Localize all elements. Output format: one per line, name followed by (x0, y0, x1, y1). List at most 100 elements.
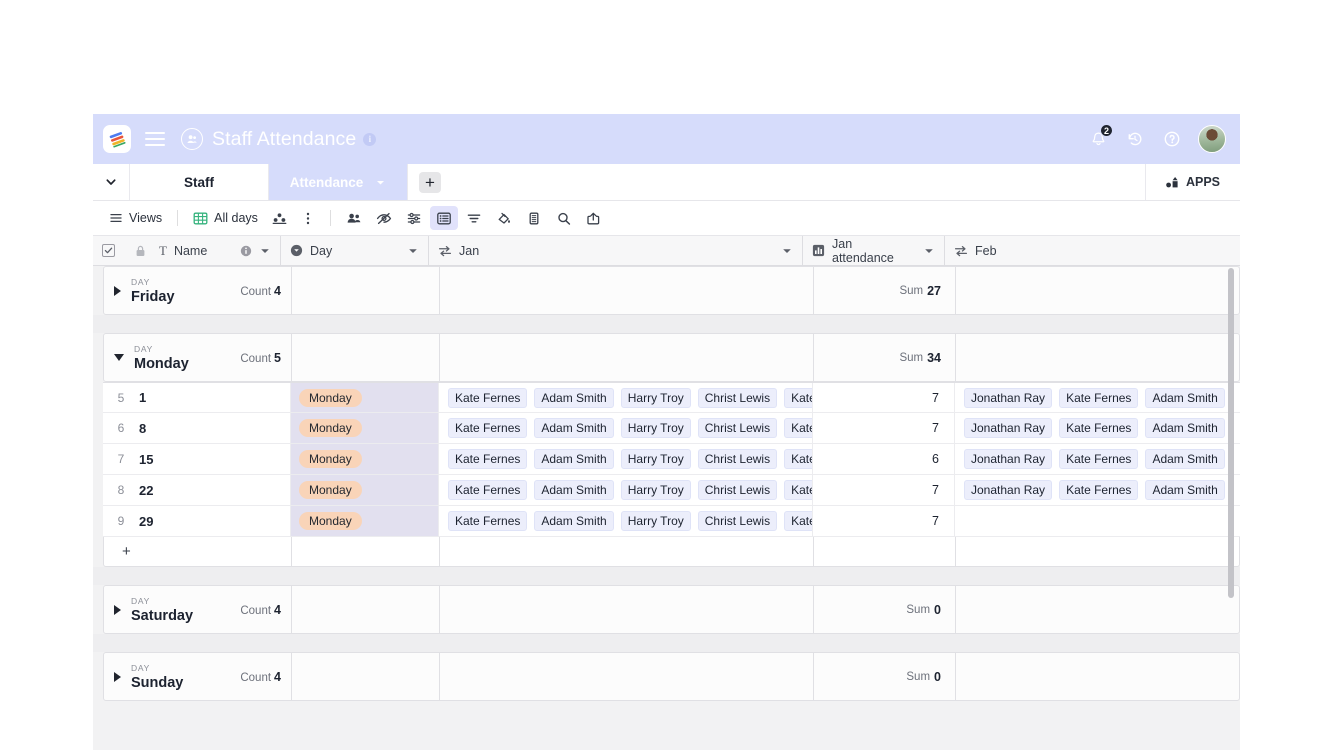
chevron-down-icon[interactable] (259, 245, 271, 257)
info-icon[interactable] (240, 245, 252, 257)
cell-day[interactable]: Monday (291, 413, 439, 443)
row-number: 6 (117, 421, 125, 435)
search-icon[interactable] (550, 206, 578, 230)
group-cell-feb (956, 586, 1230, 633)
views-button[interactable]: Views (103, 206, 168, 230)
teable-logo-icon[interactable] (103, 125, 131, 153)
column-header-name[interactable]: T Name (93, 236, 281, 266)
tab-staff[interactable]: Staff (130, 164, 269, 200)
cell-jan-attendance[interactable]: 7 (813, 506, 955, 536)
column-header-jan-attendance[interactable]: Jan attendance (803, 236, 945, 266)
group-gap (93, 567, 1240, 585)
row-height-list-icon[interactable] (429, 206, 458, 230)
users-space-icon (181, 128, 203, 150)
group-header-monday[interactable]: DAY Monday Count 5 Sum 34 (103, 333, 1240, 382)
table-row[interactable]: 9 29 Monday Kate Fernes Adam Smith Harry Troy… (103, 506, 1240, 537)
cell-name[interactable]: 8 22 (103, 475, 291, 505)
table-row[interactable]: 6 8 Monday Kate Fernes Adam Smith Harry Troy C… (103, 413, 1240, 444)
cell-feb[interactable]: Jonathan Ray Kate Fernes Adam Smith (955, 383, 1229, 412)
cell-day[interactable]: Monday (291, 383, 439, 412)
add-record-row[interactable]: + (103, 537, 1240, 567)
cell-name[interactable]: 7 15 (103, 444, 291, 474)
field-settings-sliders-icon[interactable] (400, 206, 428, 230)
link-chip: Kate Fernes (1059, 387, 1139, 408)
group-count: Count 4 (240, 283, 281, 298)
group-header-friday[interactable]: DAY Friday Count 4 Sum 27 (103, 266, 1240, 315)
history-undo-icon[interactable] (1122, 126, 1148, 152)
cell-name[interactable]: 51 (103, 383, 291, 412)
link-chip: Adam Smith (1145, 480, 1225, 500)
group-header-sunday[interactable]: DAY Sunday Count 4 Sum 0 (103, 652, 1240, 701)
cell-day[interactable]: Monday (291, 506, 439, 536)
checkbox-checked-icon[interactable] (102, 244, 115, 257)
column-header-jan[interactable]: Jan (429, 236, 803, 266)
group-value: Sunday (131, 674, 184, 691)
single-select-icon (290, 244, 303, 257)
info-icon[interactable]: i (363, 132, 377, 146)
link-chip: Adam Smith (534, 449, 614, 469)
collaborators-icon[interactable] (340, 206, 368, 230)
cell-feb[interactable]: Jonathan Ray Kate Fernes Adam Smith (955, 444, 1229, 474)
group-sum-jan-attendance: Sum 0 (814, 586, 956, 633)
group-by-icon[interactable] (266, 206, 293, 230)
hamburger-menu-icon[interactable] (145, 128, 165, 150)
sidebar-collapse-chevron-down-icon[interactable] (93, 164, 130, 200)
group-collapse-triangle-icon[interactable] (114, 354, 124, 361)
table-row[interactable]: 7 15 Monday Kate Fernes Adam Smith Harry Troy… (103, 444, 1240, 475)
row-height-icon[interactable] (520, 206, 548, 230)
group-expand-triangle-icon[interactable] (114, 285, 121, 296)
cell-jan[interactable]: Kate Fernes Adam Smith Harry Troy Christ Le… (439, 475, 813, 505)
group-expand-triangle-icon[interactable] (114, 671, 121, 682)
chevron-down-icon[interactable] (375, 177, 386, 188)
cell-jan-attendance[interactable]: 7 (813, 383, 955, 412)
row-number: 7 (117, 452, 125, 466)
notification-badge: 2 (1100, 124, 1113, 137)
group-cell-jan (440, 586, 814, 633)
apps-button[interactable]: APPS (1146, 164, 1240, 200)
cell-jan[interactable]: Kate Fernes Adam Smith Harry Troy Christ Le… (439, 444, 813, 474)
link-chip: Harry Troy (620, 480, 691, 500)
cell-feb[interactable]: Jonathan Ray Kate Fernes Adam Smith (955, 475, 1229, 505)
group-header-saturday[interactable]: DAY Saturday Count 4 Sum 0 (103, 585, 1240, 634)
chevron-down-icon[interactable] (781, 245, 793, 257)
link-chip: Harry Troy (620, 418, 691, 438)
add-row-cell-feb (956, 537, 1230, 566)
group-expand-triangle-icon[interactable] (114, 604, 121, 615)
cell-jan-attendance[interactable]: 6 (813, 444, 955, 474)
link-chip: Christ Lewis (697, 480, 778, 500)
cell-jan-attendance[interactable]: 7 (813, 413, 955, 443)
teable-app-window: Staff Attendance i 2 Staff Attendance + … (93, 114, 1240, 750)
cell-jan[interactable]: Kate Fernes Adam Smith Harry Troy Christ Le… (439, 506, 813, 536)
cell-jan[interactable]: Kate Fernes Adam Smith Harry Troy Christ Le… (439, 413, 813, 443)
column-header-day[interactable]: Day (281, 236, 429, 266)
more-vertical-icon[interactable] (295, 206, 321, 230)
add-table-button[interactable]: + (408, 164, 452, 200)
help-question-icon[interactable] (1159, 126, 1185, 152)
user-avatar[interactable] (1198, 125, 1226, 153)
cell-day[interactable]: Monday (291, 475, 439, 505)
chevron-down-icon[interactable] (407, 245, 419, 257)
hide-fields-eye-icon[interactable] (370, 206, 398, 230)
color-fill-icon[interactable] (490, 206, 518, 230)
add-record-plus-icon[interactable]: + (104, 537, 292, 566)
bell-icon[interactable]: 2 (1085, 124, 1113, 152)
table-row[interactable]: 5 1 Monday Kate Fernes Adam Smith Harry Troy C… (103, 382, 1240, 413)
current-view-button[interactable]: All days (187, 206, 264, 230)
tab-attendance[interactable]: Attendance (269, 164, 408, 200)
column-header-feb[interactable]: Feb (945, 236, 1225, 266)
cell-feb[interactable] (955, 506, 1229, 536)
group-cell-day (292, 267, 440, 314)
cell-day[interactable]: Monday (291, 444, 439, 474)
share-export-icon[interactable] (580, 206, 608, 230)
link-chip: Adam Smith (534, 480, 614, 500)
filter-icon[interactable] (460, 206, 488, 230)
vertical-scrollbar[interactable] (1228, 268, 1234, 598)
cell-name[interactable]: 68 (103, 413, 291, 443)
chevron-down-icon[interactable] (923, 245, 935, 257)
link-chip: Christ Lewis (697, 511, 778, 531)
cell-jan-attendance[interactable]: 7 (813, 475, 955, 505)
cell-name[interactable]: 9 29 (103, 506, 291, 536)
cell-jan[interactable]: Kate Fernes Adam Smith Harry Troy Christ Le… (439, 383, 813, 412)
cell-feb[interactable]: Jonathan Ray Kate Fernes Adam Smith (955, 413, 1229, 443)
table-row[interactable]: 8 22 Monday Kate Fernes Adam Smith Harry Troy… (103, 475, 1240, 506)
